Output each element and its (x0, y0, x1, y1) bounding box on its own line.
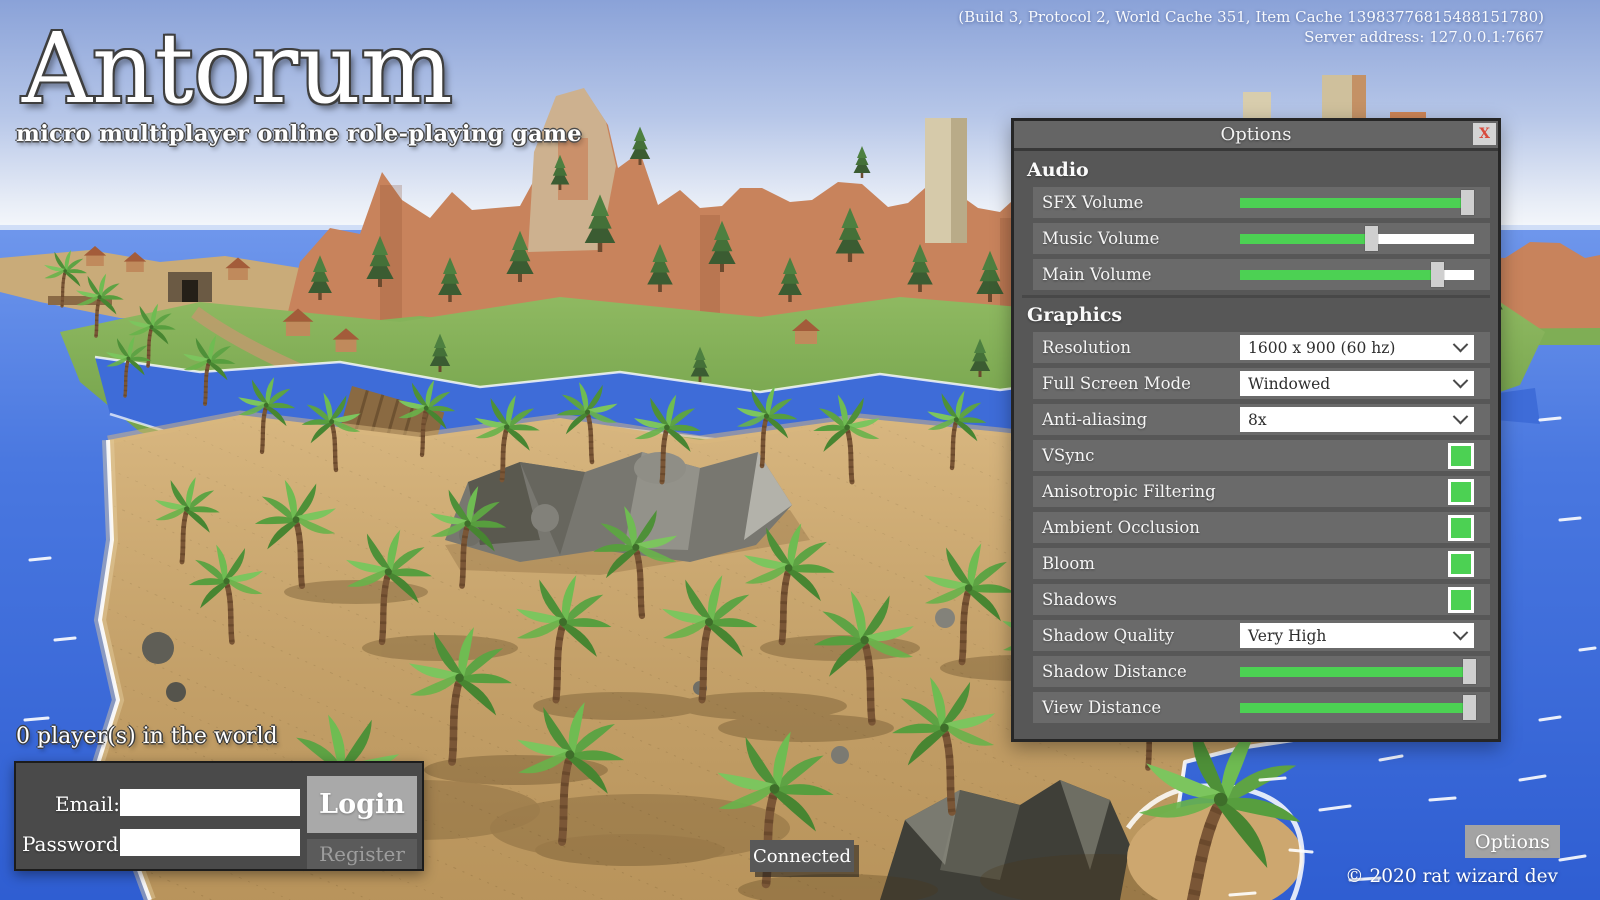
ambient-occlusion-label: Ambient Occlusion (1033, 518, 1200, 537)
game-logo: Antorum micro multiplayer online role-pl… (22, 20, 582, 147)
chevron-down-icon (1453, 625, 1469, 641)
vsync-label: VSync (1033, 446, 1094, 465)
main-volume-slider[interactable] (1240, 259, 1474, 290)
fullscreen-mode-value: Windowed (1248, 375, 1330, 393)
slider-track[interactable] (1240, 703, 1474, 713)
row-shadow-distance: Shadow Distance (1033, 656, 1490, 687)
shadow-quality-label: Shadow Quality (1033, 626, 1174, 645)
game-tagline: micro multiplayer online role-playing ga… (16, 121, 582, 147)
bloom-checkbox[interactable] (1448, 551, 1474, 577)
password-field[interactable] (120, 829, 300, 856)
shadow-quality-select[interactable]: Very High (1240, 623, 1474, 648)
slider-track[interactable] (1240, 198, 1474, 208)
game-window: (Build 3, Protocol 2, World Cache 351, I… (0, 0, 1600, 900)
row-music-volume: Music Volume (1033, 223, 1490, 254)
resolution-label: Resolution (1033, 338, 1131, 357)
main-volume-label: Main Volume (1033, 265, 1152, 284)
shadows-label: Shadows (1033, 590, 1117, 609)
chevron-down-icon (1453, 337, 1469, 353)
build-info-line: (Build 3, Protocol 2, World Cache 351, I… (958, 7, 1544, 27)
slider-handle[interactable] (1463, 695, 1476, 720)
view-distance-slider[interactable] (1240, 692, 1474, 723)
options-dialog: Options X Audio SFX Volume Music Volume (1011, 118, 1501, 742)
row-bloom: Bloom (1033, 548, 1490, 579)
sfx-volume-slider[interactable] (1240, 187, 1474, 218)
options-button[interactable]: Options (1465, 825, 1560, 858)
fullscreen-mode-select[interactable]: Windowed (1240, 371, 1474, 396)
view-distance-label: View Distance (1033, 698, 1161, 717)
password-label: Password: (22, 832, 120, 856)
audio-section-heading: Audio (1027, 159, 1490, 181)
slider-handle[interactable] (1431, 262, 1444, 287)
login-button[interactable]: Login (307, 776, 417, 833)
row-ambient-occlusion: Ambient Occlusion (1033, 512, 1490, 543)
slider-handle[interactable] (1461, 190, 1474, 215)
row-resolution: Resolution 1600 x 900 (60 hz) (1033, 332, 1490, 363)
row-sfx-volume: SFX Volume (1033, 187, 1490, 218)
music-volume-label: Music Volume (1033, 229, 1159, 248)
graphics-section-heading: Graphics (1027, 304, 1490, 326)
game-title: Antorum (22, 20, 582, 119)
antialiasing-value: 8x (1248, 411, 1267, 429)
row-anisotropic-filtering: Anisotropic Filtering (1033, 476, 1490, 507)
fullscreen-mode-label: Full Screen Mode (1033, 374, 1191, 393)
shadow-distance-slider[interactable] (1240, 656, 1474, 687)
slider-track[interactable] (1240, 667, 1474, 677)
shadows-checkbox[interactable] (1448, 587, 1474, 613)
antialiasing-select[interactable]: 8x (1240, 407, 1474, 432)
section-divider (1022, 295, 1490, 298)
resolution-select[interactable]: 1600 x 900 (60 hz) (1240, 335, 1474, 360)
music-volume-slider[interactable] (1240, 223, 1474, 254)
options-dialog-body: Audio SFX Volume Music Volume Main Volum… (1014, 151, 1498, 723)
login-panel: Email: Password: Login Register (14, 761, 424, 871)
shadow-quality-value: Very High (1248, 627, 1326, 645)
close-button[interactable]: X (1473, 123, 1496, 145)
options-dialog-title: Options (1221, 124, 1292, 145)
build-info: (Build 3, Protocol 2, World Cache 351, I… (958, 7, 1544, 47)
server-address: Server address: 127.0.0.1:7667 (958, 27, 1544, 47)
sfx-volume-label: SFX Volume (1033, 193, 1143, 212)
players-online-text: 0 player(s) in the world (16, 724, 278, 749)
slider-track[interactable] (1240, 234, 1474, 244)
bloom-label: Bloom (1033, 554, 1095, 573)
row-antialiasing: Anti-aliasing 8x (1033, 404, 1490, 435)
chevron-down-icon (1453, 409, 1469, 425)
row-fullscreen-mode: Full Screen Mode Windowed (1033, 368, 1490, 399)
anisotropic-filtering-checkbox[interactable] (1448, 479, 1474, 505)
connection-status-badge: Connected (750, 840, 854, 872)
slider-handle[interactable] (1365, 226, 1378, 251)
resolution-value: 1600 x 900 (60 hz) (1248, 339, 1395, 357)
row-shadows: Shadows (1033, 584, 1490, 615)
row-vsync: VSync (1033, 440, 1490, 471)
email-field[interactable] (120, 789, 300, 816)
row-shadow-quality: Shadow Quality Very High (1033, 620, 1490, 651)
copyright-text: © 2020 rat wizard dev (1345, 866, 1558, 887)
ambient-occlusion-checkbox[interactable] (1448, 515, 1474, 541)
email-label: Email: (22, 792, 120, 816)
row-main-volume: Main Volume (1033, 259, 1490, 290)
options-dialog-titlebar[interactable]: Options X (1014, 121, 1498, 151)
shadow-distance-label: Shadow Distance (1033, 662, 1187, 681)
anisotropic-filtering-label: Anisotropic Filtering (1033, 482, 1216, 501)
vsync-checkbox[interactable] (1448, 443, 1474, 469)
register-button[interactable]: Register (307, 839, 417, 869)
chevron-down-icon (1453, 373, 1469, 389)
antialiasing-label: Anti-aliasing (1033, 410, 1147, 429)
slider-handle[interactable] (1463, 659, 1476, 684)
row-view-distance: View Distance (1033, 692, 1490, 723)
